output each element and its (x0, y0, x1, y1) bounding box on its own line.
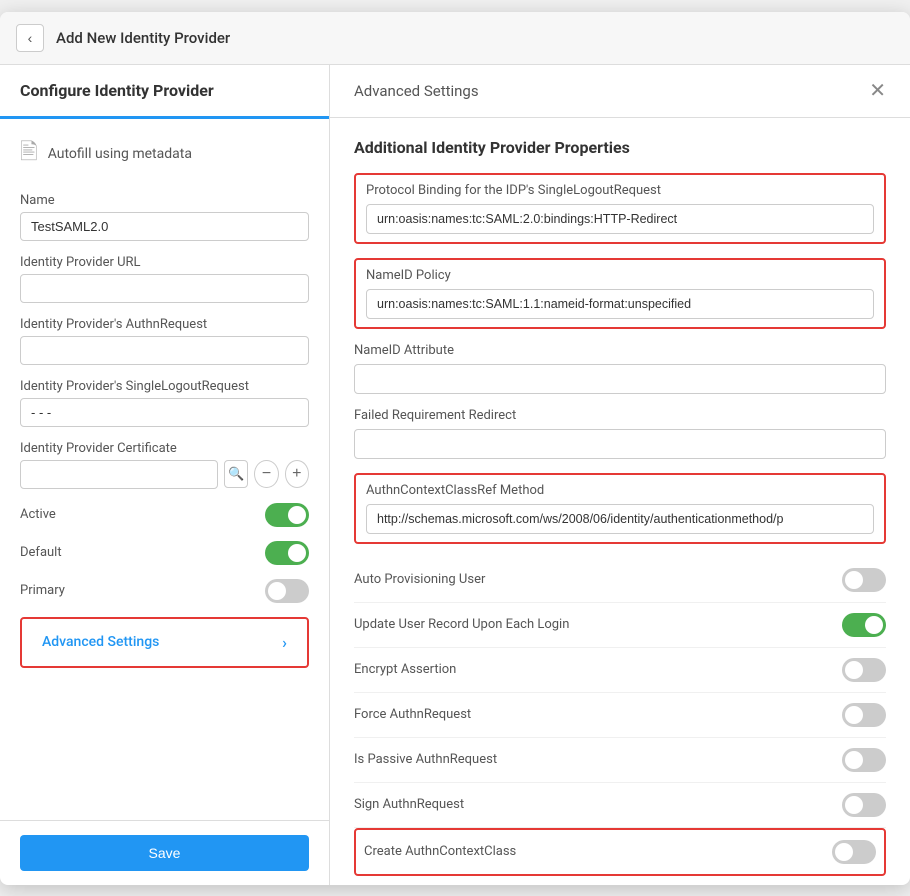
toggle-slider (842, 748, 886, 772)
close-button[interactable]: ✕ (869, 81, 886, 101)
idp-url-field-group: Identity Provider URL (20, 255, 309, 303)
save-button[interactable]: Save (20, 835, 309, 871)
right-toggle-label: Auto Provisioning User (354, 572, 485, 587)
right-panel-content: Additional Identity Provider Properties … (330, 118, 910, 885)
nameid-attribute-input[interactable] (354, 364, 886, 394)
name-label: Name (20, 193, 309, 208)
active-toggle-row: Active (20, 503, 309, 527)
authn-context-field-group: AuthnContextClassRef Method (354, 473, 886, 544)
right-toggle-row: Sign AuthnRequest (354, 783, 886, 828)
authn-context-input[interactable] (366, 504, 874, 534)
default-toggle[interactable] (265, 541, 309, 565)
failed-redirect-input[interactable] (354, 429, 886, 459)
right-toggle-label: Sign AuthnRequest (354, 797, 464, 812)
right-toggle-label: Create AuthnContextClass (364, 844, 516, 859)
failed-redirect-label: Failed Requirement Redirect (354, 408, 886, 423)
right-toggle-row: Encrypt Assertion (354, 648, 886, 693)
modal-header: ‹ Add New Identity Provider (0, 12, 910, 65)
left-panel-footer: Save (0, 820, 329, 885)
cert-field-group: Identity Provider Certificate 🔍 − + (20, 441, 309, 489)
right-toggle-label: Force AuthnRequest (354, 707, 471, 722)
toggle-slider (842, 703, 886, 727)
authn-context-label: AuthnContextClassRef Method (366, 483, 874, 498)
right-panel: Advanced Settings ✕ Additional Identity … (330, 65, 910, 885)
protocol-binding-input[interactable] (366, 204, 874, 234)
left-panel-content: 🖹 Autofill using metadata Name Identity … (0, 119, 329, 820)
protocol-binding-field-group: Protocol Binding for the IDP's SingleLog… (354, 173, 886, 244)
left-panel-title: Configure Identity Provider (20, 81, 214, 100)
modal-container: ‹ Add New Identity Provider Configure Id… (0, 12, 910, 885)
right-toggle-5[interactable] (842, 793, 886, 817)
nameid-policy-label: NameID Policy (366, 268, 874, 283)
right-toggle-row: Update User Record Upon Each Login (354, 603, 886, 648)
cert-search-button[interactable]: 🔍 (224, 460, 248, 488)
toggle-slider (842, 568, 886, 592)
section-title: Additional Identity Provider Properties (354, 138, 886, 157)
slo-request-field-group: Identity Provider's SingleLogoutRequest (20, 379, 309, 427)
default-toggle-row: Default (20, 541, 309, 565)
modal-body: Configure Identity Provider 🖹 Autofill u… (0, 65, 910, 885)
right-toggle-6[interactable] (832, 840, 876, 864)
right-toggle-3[interactable] (842, 703, 886, 727)
right-panel-title: Advanced Settings (354, 82, 479, 100)
toggle-slider (832, 840, 876, 864)
protocol-binding-label: Protocol Binding for the IDP's SingleLog… (366, 183, 874, 198)
idp-url-label: Identity Provider URL (20, 255, 309, 270)
active-label: Active (20, 507, 56, 522)
primary-toggle-row: Primary (20, 579, 309, 603)
failed-redirect-field-group: Failed Requirement Redirect (354, 408, 886, 459)
primary-label: Primary (20, 583, 65, 598)
right-toggle-row: Is Passive AuthnRequest (354, 738, 886, 783)
default-toggle-slider (265, 541, 309, 565)
nameid-attribute-label: NameID Attribute (354, 343, 886, 358)
right-toggle-1[interactable] (842, 613, 886, 637)
nameid-policy-field-group: NameID Policy (354, 258, 886, 329)
cert-plus-button[interactable]: + (285, 460, 309, 488)
nameid-attribute-field-group: NameID Attribute (354, 343, 886, 394)
right-toggle-2[interactable] (842, 658, 886, 682)
cert-row: 🔍 − + (20, 460, 309, 489)
cert-minus-button[interactable]: − (254, 460, 278, 488)
right-toggle-label: Is Passive AuthnRequest (354, 752, 497, 767)
authn-request-field-group: Identity Provider's AuthnRequest (20, 317, 309, 365)
right-toggles: Auto Provisioning User Update User Record… (354, 558, 886, 876)
autofill-label: Autofill using metadata (48, 146, 192, 162)
toggle-slider (842, 658, 886, 682)
right-toggle-row: Force AuthnRequest (354, 693, 886, 738)
idp-url-input[interactable] (20, 274, 309, 303)
default-label: Default (20, 545, 62, 560)
name-field-group: Name (20, 193, 309, 241)
cert-label: Identity Provider Certificate (20, 441, 309, 456)
chevron-right-icon: › (282, 633, 287, 652)
active-toggle-slider (265, 503, 309, 527)
authn-request-label: Identity Provider's AuthnRequest (20, 317, 309, 332)
right-toggle-row: Create AuthnContextClass (354, 828, 886, 876)
slo-request-input[interactable] (20, 398, 309, 427)
right-panel-header: Advanced Settings ✕ (330, 65, 910, 118)
toggle-slider (842, 613, 886, 637)
right-toggle-4[interactable] (842, 748, 886, 772)
right-toggle-0[interactable] (842, 568, 886, 592)
right-toggle-label: Update User Record Upon Each Login (354, 617, 569, 632)
back-button[interactable]: ‹ (16, 24, 44, 52)
left-panel: Configure Identity Provider 🖹 Autofill u… (0, 65, 330, 885)
toggle-slider (842, 793, 886, 817)
cert-input[interactable] (20, 460, 218, 489)
authn-request-input[interactable] (20, 336, 309, 365)
primary-toggle-slider (265, 579, 309, 603)
modal-title: Add New Identity Provider (56, 29, 230, 47)
right-toggle-label: Encrypt Assertion (354, 662, 456, 677)
slo-request-label: Identity Provider's SingleLogoutRequest (20, 379, 309, 394)
advanced-settings-label: Advanced Settings (42, 634, 159, 650)
name-input[interactable] (20, 212, 309, 241)
autofill-row[interactable]: 🖹 Autofill using metadata (20, 135, 309, 173)
nameid-policy-input[interactable] (366, 289, 874, 319)
primary-toggle[interactable] (265, 579, 309, 603)
advanced-settings-button[interactable]: Advanced Settings › (20, 617, 309, 668)
active-toggle[interactable] (265, 503, 309, 527)
right-toggle-row: Auto Provisioning User (354, 558, 886, 603)
left-panel-header: Configure Identity Provider (0, 65, 329, 119)
autofill-icon: 🖹 (20, 135, 38, 173)
